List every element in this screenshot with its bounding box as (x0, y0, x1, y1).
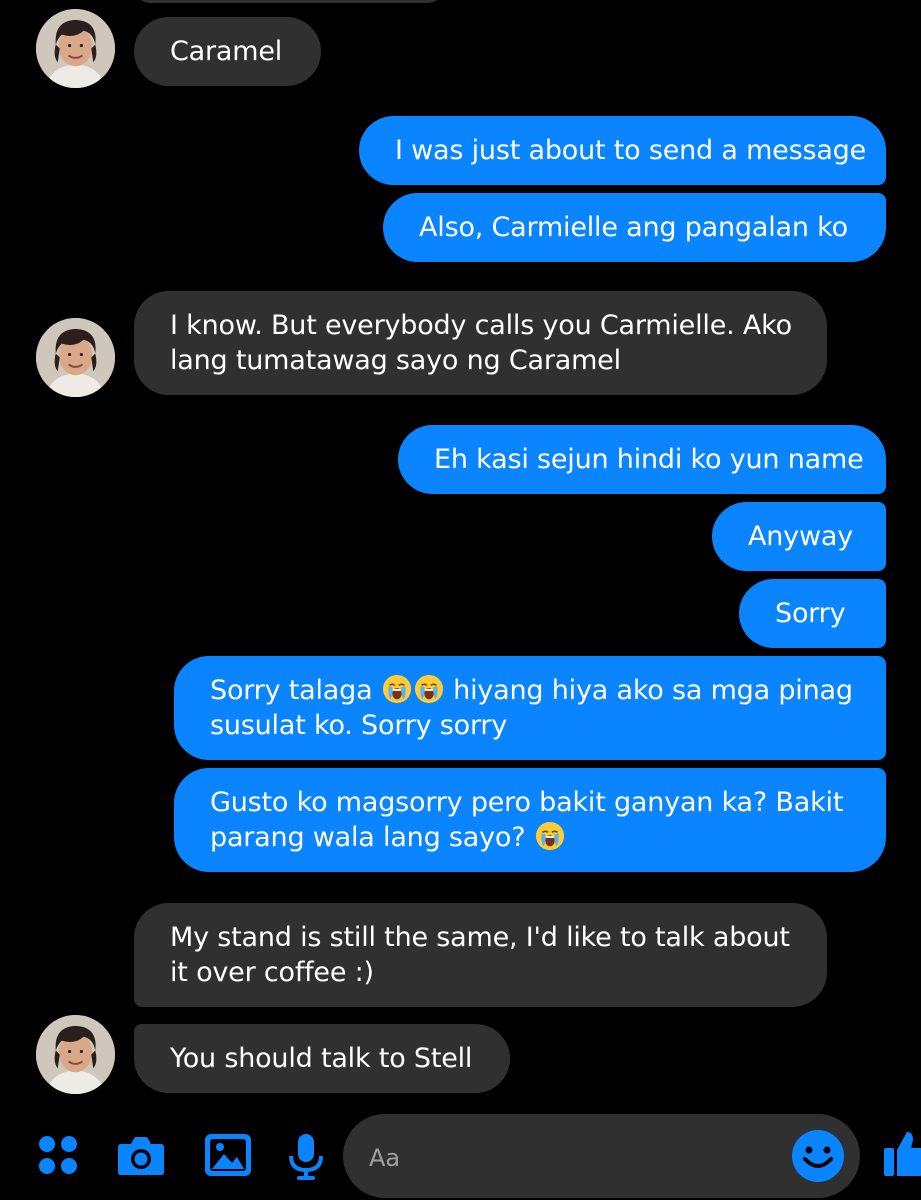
thumbs-up-icon[interactable] (880, 1126, 921, 1182)
message-text: Sorry (775, 598, 846, 629)
loudly-crying-face-emoji (535, 821, 565, 851)
message-input[interactable]: Aa (343, 1114, 860, 1198)
message-text-line: I know. But everybody calls you Carmiell… (170, 310, 792, 341)
message-text-line: My stand is still the same, I'd like to … (170, 922, 790, 953)
gallery-icon[interactable] (200, 1128, 256, 1184)
message-bubble-outgoing[interactable]: Eh kasi sejun hindi ko yun name (398, 425, 886, 494)
microphone-icon[interactable] (278, 1128, 334, 1184)
message-bubble-incoming[interactable]: You should talk to Stell (134, 1024, 510, 1093)
message-bubble-outgoing[interactable]: Also, Carmielle ang pangalan ko (383, 193, 886, 262)
composer-bar: Aa (0, 1108, 921, 1200)
message-bubble-incoming[interactable]: My stand is still the same, I'd like to … (134, 903, 827, 1007)
emoji-icon[interactable] (790, 1128, 846, 1184)
message-text-line: Gusto ko magsorry pero bakit ganyan ka? … (210, 787, 844, 818)
message-text: Sorry talaga (210, 675, 381, 706)
previous-message-bubble (134, 0, 444, 3)
loudly-crying-face-emoji (414, 674, 444, 704)
message-text: Caramel (170, 36, 283, 67)
message-text: parang wala lang sayo? (210, 822, 534, 853)
message-bubble-outgoing[interactable]: Anyway (712, 502, 886, 571)
message-text: Eh kasi sejun hindi ko yun name (434, 444, 864, 475)
loudly-crying-face-emoji (382, 674, 412, 704)
message-text: Anyway (748, 521, 853, 552)
message-bubble-outgoing[interactable]: Sorry (739, 579, 886, 648)
contact-avatar[interactable] (36, 1015, 115, 1094)
message-text-line: susulat ko. Sorry sorry (210, 710, 508, 741)
message-bubble-incoming[interactable]: I know. But everybody calls you Carmiell… (134, 291, 827, 395)
contact-avatar[interactable] (36, 9, 115, 88)
message-bubble-outgoing[interactable]: Sorry talaga hiyang hiya ako sa mga pina… (174, 656, 886, 760)
message-text-line: it over coffee :) (170, 957, 374, 988)
message-text-line: Sorry talaga hiyang hiya ako sa mga pina… (210, 673, 853, 708)
message-text: You should talk to Stell (170, 1043, 473, 1074)
contact-avatar[interactable] (36, 318, 115, 397)
message-input-placeholder: Aa (369, 1144, 401, 1172)
message-bubble-incoming[interactable]: Caramel (134, 17, 321, 86)
message-bubble-outgoing[interactable]: Gusto ko magsorry pero bakit ganyan ka? … (174, 768, 886, 872)
message-text: I was just about to send a message (395, 135, 867, 166)
message-bubble-outgoing[interactable]: I was just about to send a message (359, 116, 886, 185)
message-text: Also, Carmielle ang pangalan ko (419, 212, 848, 243)
message-text-line: lang tumatawag sayo ng Caramel (170, 345, 621, 376)
apps-icon[interactable] (30, 1128, 86, 1184)
message-text: hiyang hiya ako sa mga pinag (444, 675, 853, 706)
camera-icon[interactable] (113, 1128, 169, 1184)
message-text-line: parang wala lang sayo? (210, 820, 846, 855)
